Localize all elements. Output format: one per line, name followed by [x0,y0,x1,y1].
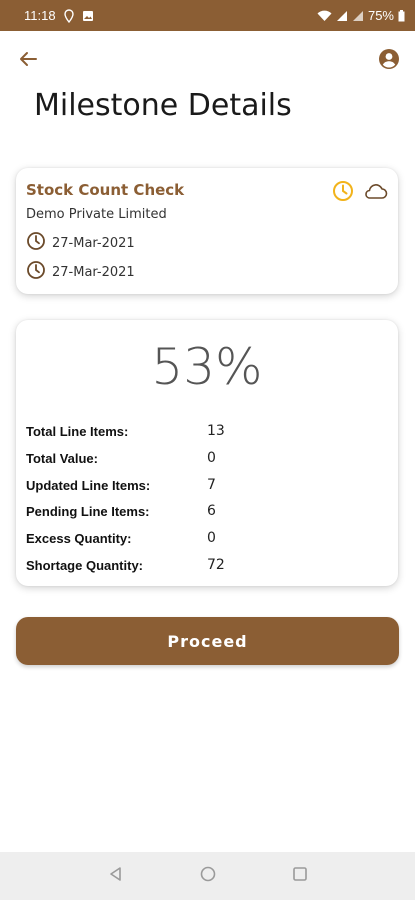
stat-value: 6 [207,503,216,519]
account-circle-icon [378,48,400,74]
stat-row-total-value: Total Value: 0 [26,447,386,469]
stat-label: Total Value: [26,450,98,466]
stat-row-pending-line-items: Pending Line Items: 6 [26,500,386,522]
stat-label: Shortage Quantity: [26,557,144,573]
end-date-row: 27-Mar-2021 [26,260,135,284]
battery-percent: 75% [367,8,394,23]
proceed-button[interactable]: Proceed [16,617,399,665]
location-icon [63,8,74,23]
stat-row-shortage-quantity: Shortage Quantity: 72 [26,554,386,576]
milestone-title: Stock Count Check [26,181,185,199]
stat-row-total-line-items: Total Line Items: 13 [26,420,386,442]
stat-label: Updated Line Items: [26,477,151,493]
nav-recents-button[interactable] [285,861,315,891]
end-date: 27-Mar-2021 [52,264,135,280]
clock-icon [26,260,46,284]
status-bar: 11:18 75% [0,0,415,31]
stat-value: 0 [207,530,216,546]
start-date: 27-Mar-2021 [52,235,135,251]
start-date-row: 27-Mar-2021 [26,231,135,255]
stat-row-excess-quantity: Excess Quantity: 0 [26,527,386,549]
nav-back-button[interactable] [101,861,131,891]
arrow-left-icon [18,49,38,73]
circle-home-icon [200,866,216,886]
stat-label: Total Line Items: [26,423,129,439]
page-title: Milestone Details [34,88,292,123]
status-time: 11:18 [24,8,56,23]
stat-label: Pending Line Items: [26,503,150,519]
clock-icon [26,231,46,255]
stat-value: 0 [207,450,216,466]
back-button[interactable] [14,47,42,75]
signal-icon [352,10,364,22]
stat-value: 72 [207,557,225,573]
progress-percent: 53% [151,338,263,396]
profile-button[interactable] [375,47,403,75]
triangle-back-icon [108,866,124,886]
stat-row-updated-line-items: Updated Line Items: 7 [26,474,386,496]
stats-card: 53% Total Line Items: 13 Total Value: 0 … [16,320,398,586]
system-nav-bar [0,852,415,900]
stat-value: 7 [207,477,216,493]
nav-home-button[interactable] [193,861,223,891]
image-icon [82,10,94,22]
square-recents-icon [292,866,308,886]
battery-icon [398,9,405,22]
signal-icon [336,10,348,22]
milestone-card[interactable]: Stock Count Check Demo Private Limited 2… [16,168,398,294]
wifi-icon [317,10,332,22]
cloud-icon[interactable] [362,181,388,205]
stat-label: Excess Quantity: [26,530,132,546]
stat-value: 13 [207,423,225,439]
clock-icon[interactable] [332,180,354,206]
company-name: Demo Private Limited [26,207,167,222]
app-bar [0,31,415,87]
